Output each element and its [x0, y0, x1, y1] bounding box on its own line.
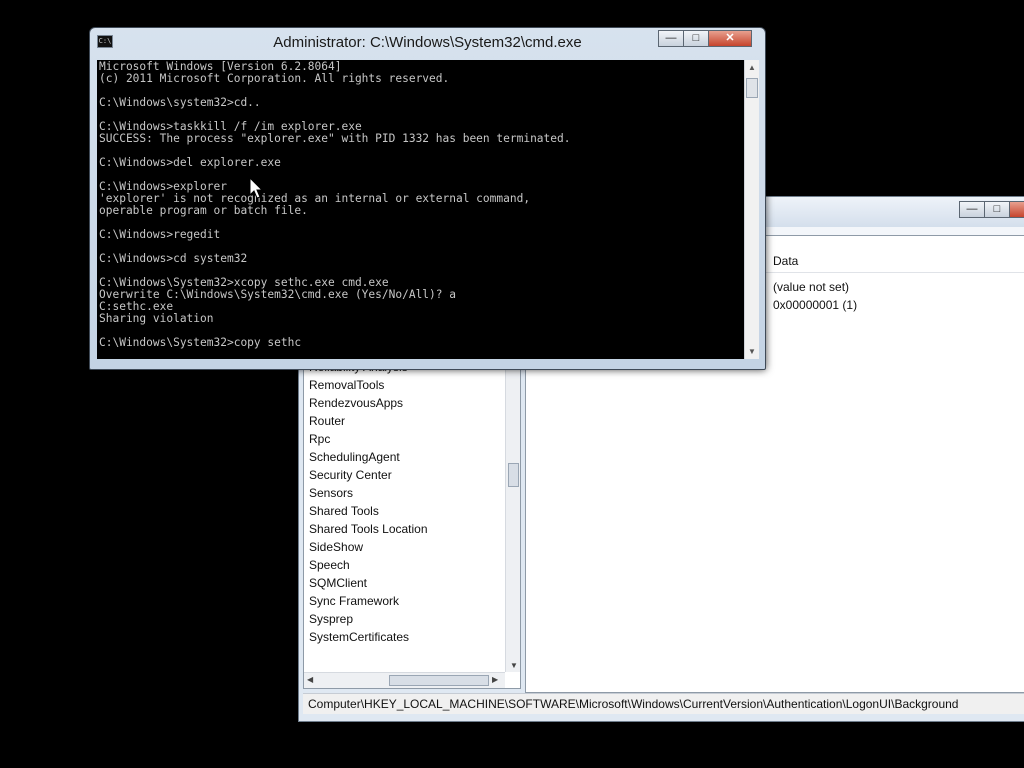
registry-key-item[interactable]: SQMClient	[309, 574, 428, 592]
close-icon: ✕	[725, 32, 735, 44]
cmd-maximize-button[interactable]: □	[683, 30, 709, 47]
tree-horizontal-scroll-thumb[interactable]	[389, 675, 489, 686]
registry-key-item[interactable]: Sensors	[309, 484, 428, 502]
registry-value-list: (value not set) 0x00000001 (1)	[773, 278, 857, 314]
scroll-down-icon[interactable]: ▼	[748, 347, 756, 356]
scroll-right-icon[interactable]: ▶	[492, 675, 498, 684]
console-line: C:\Windows>regedit	[99, 228, 221, 241]
value-row-dword[interactable]: 0x00000001 (1)	[773, 296, 857, 314]
cmd-close-button[interactable]: ✕	[708, 30, 752, 47]
registry-key-item[interactable]: RendezvousApps	[309, 394, 428, 412]
registry-key-item[interactable]: Shared Tools Location	[309, 520, 428, 538]
value-row-default[interactable]: (value not set)	[773, 278, 857, 296]
registry-key-item[interactable]: Speech	[309, 556, 428, 574]
regedit-window-controls: — □ ✕	[959, 201, 1024, 219]
console-line: C:\Windows\system32>cd..	[99, 96, 261, 109]
tree-vertical-scroll-thumb[interactable]	[508, 463, 519, 487]
console-line: (c) 2011 Microsoft Corporation. All righ…	[99, 72, 450, 85]
console-lines: Microsoft Windows [Version 6.2.8064] (c) …	[97, 60, 744, 349]
mouse-pointer-icon	[249, 176, 264, 199]
regedit-maximize-button[interactable]: □	[984, 201, 1010, 218]
console-line: operable program or batch file.	[99, 204, 308, 217]
registry-path: Computer\HKEY_LOCAL_MACHINE\SOFTWARE\Mic…	[308, 697, 959, 711]
cmd-minimize-button[interactable]: —	[658, 30, 684, 47]
console-line: Sharing violation	[99, 312, 214, 325]
console-line: C:\Windows\System32>copy sethc	[99, 336, 302, 349]
regedit-minimize-button[interactable]: —	[959, 201, 985, 218]
console-output[interactable]: Microsoft Windows [Version 6.2.8064] (c) …	[97, 60, 744, 359]
scroll-left-icon[interactable]: ◀	[307, 675, 313, 684]
registry-key-item[interactable]: Sysprep	[309, 610, 428, 628]
registry-key-item[interactable]: SideShow	[309, 538, 428, 556]
registry-key-item[interactable]: RemovalTools	[309, 376, 428, 394]
registry-key-item[interactable]: Shared Tools	[309, 502, 428, 520]
scroll-down-icon[interactable]: ▼	[510, 661, 518, 670]
registry-key-item[interactable]: Router	[309, 412, 428, 430]
minimize-icon: —	[966, 203, 978, 215]
command-prompt-window[interactable]: C:\ Administrator: C:\Windows\System32\c…	[89, 27, 766, 370]
tree-horizontal-scrollbar[interactable]: ◀ ▶	[304, 672, 505, 688]
console-line: SUCCESS: The process "explorer.exe" with…	[99, 132, 571, 145]
maximize-icon: □	[993, 203, 1001, 215]
console-line: Overwrite C:\Windows\System32\cmd.exe (Y…	[99, 288, 456, 301]
console-line: C:\Windows>cd system32	[99, 252, 248, 265]
cmd-window-controls: — □ ✕	[658, 30, 752, 47]
registry-key-item[interactable]: SchedulingAgent	[309, 448, 428, 466]
console-vertical-scrollbar[interactable]: ▲ ▼	[744, 60, 759, 359]
scroll-up-icon[interactable]: ▲	[748, 63, 756, 72]
maximize-icon: □	[692, 32, 700, 44]
minimize-icon: —	[665, 32, 677, 44]
registry-key-item[interactable]: Security Center	[309, 466, 428, 484]
registry-key-item[interactable]: Sync Framework	[309, 592, 428, 610]
registry-key-list: Reliability AnalysisRemovalToolsRendezvo…	[309, 358, 428, 646]
regedit-close-button[interactable]: ✕	[1009, 201, 1024, 218]
registry-key-item[interactable]: SystemCertificates	[309, 628, 428, 646]
registry-key-item[interactable]: Rpc	[309, 430, 428, 448]
console-line: C:\Windows>del explorer.exe	[99, 156, 281, 169]
regedit-statusbar: Computer\HKEY_LOCAL_MACHINE\SOFTWARE\Mic…	[303, 693, 1024, 714]
console-scroll-thumb[interactable]	[746, 78, 758, 98]
column-header-data[interactable]: Data	[773, 254, 798, 268]
